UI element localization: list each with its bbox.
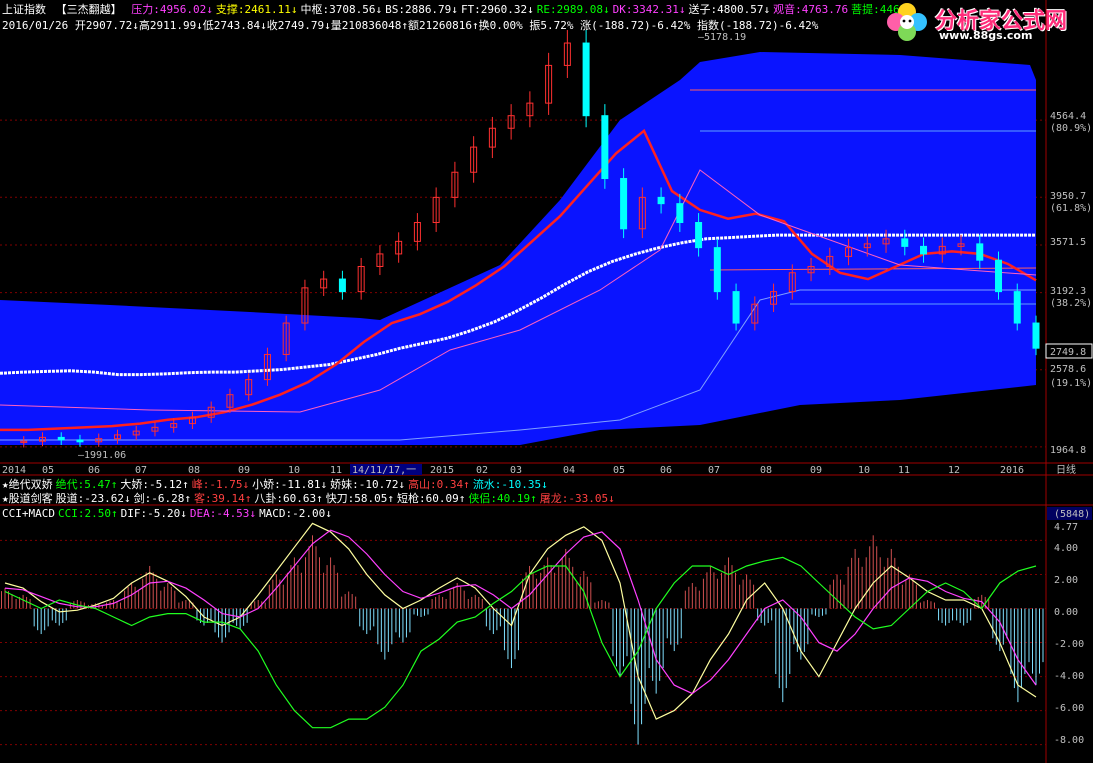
price-tick-label: (19.1%): [1050, 378, 1092, 389]
date-tick-label: 11: [898, 465, 910, 476]
date-tick-label: 2016: [1000, 465, 1024, 476]
date-tick-label: 10: [858, 465, 870, 476]
macd-tick-label: 4.77: [1054, 522, 1078, 533]
date-tick-label: 11: [330, 465, 342, 476]
date-tick-label: 05: [42, 465, 54, 476]
date-tick-label: 06: [88, 465, 100, 476]
candle-body: [76, 439, 84, 443]
price-tick-label: 4564.4: [1050, 111, 1086, 122]
last-price-label: 2749.8: [1050, 347, 1086, 358]
candle-body: [920, 245, 928, 255]
macd-axis: (5848) 4.77 4.00 2.00 0.00 -2.00 -4.00 -6.00 -8.…: [1047, 507, 1092, 746]
date-tick-label: 07: [135, 465, 147, 476]
macd-tick-label: -8.00: [1054, 735, 1084, 746]
candle-body: [338, 278, 346, 293]
price-band: [0, 52, 1037, 445]
candle-body: [601, 115, 609, 180]
candle-body: [695, 222, 703, 249]
price-tick-label: 1964.8: [1050, 445, 1086, 456]
macd-tick-label: -6.00: [1054, 703, 1084, 714]
dea-line: [4, 529, 1037, 695]
date-tick-label: 05: [613, 465, 625, 476]
candle-body: [1032, 322, 1040, 349]
price-tick-label: 3950.7: [1050, 191, 1086, 202]
candle-body: [676, 203, 684, 224]
price-tick-label: (38.2%): [1050, 298, 1092, 309]
low-annotation: —1991.06: [78, 450, 126, 461]
candle-body: [582, 42, 590, 117]
price-axis: 4564.4(80.9%) 3950.7(61.8%) 3571.5 3192.3(3…: [1045, 111, 1093, 456]
date-tick-label: 02: [476, 465, 488, 476]
price-tick-label: 3571.5: [1050, 237, 1086, 248]
macd-tick-label: -2.00: [1054, 639, 1084, 650]
date-tick-label: 07: [708, 465, 720, 476]
date-tick-label: 14/11/17,一: [352, 465, 416, 476]
date-tick-label: 2015: [430, 465, 454, 476]
dif-line: [4, 522, 1037, 720]
high-annotation: —5178.19: [698, 32, 746, 43]
macd-tick-label: 2.00: [1054, 575, 1078, 586]
candle-body: [901, 238, 909, 247]
candle-body: [657, 196, 665, 205]
date-tick-label: 04: [563, 465, 575, 476]
macd-tick-label: 0.00: [1054, 607, 1078, 618]
price-tick-label: 2578.6: [1050, 364, 1086, 375]
price-tick-label: (61.8%): [1050, 203, 1092, 214]
date-tick-label: 2014: [2, 465, 26, 476]
macd-tick-label: (5848): [1054, 509, 1090, 520]
date-tick-label: 12: [948, 465, 960, 476]
candle-body: [1013, 291, 1021, 324]
macd-tick-label: 4.00: [1054, 543, 1078, 554]
date-tick-label: 03: [510, 465, 522, 476]
date-tick-label: 10: [288, 465, 300, 476]
candle-body: [713, 247, 721, 293]
period-label: 日线: [1056, 463, 1076, 476]
candle-body: [620, 178, 628, 230]
macd-grid: [0, 539, 1046, 746]
date-tick-label: 08: [188, 465, 200, 476]
price-tick-label: 3192.3: [1050, 286, 1086, 297]
date-tick-label: 08: [760, 465, 772, 476]
date-tick-label: 09: [238, 465, 250, 476]
candle-body: [732, 291, 740, 324]
macd-tick-label: -4.00: [1054, 671, 1084, 682]
chart-canvas: —5178.19 —1991.06 4564.4(80.9%) 3950.7(61.…: [0, 0, 1093, 763]
date-tick-label: 09: [810, 465, 822, 476]
date-axis: 2014 05 06 07 08 09 10 11 14/11/17,一 2015 02 03 04 05…: [2, 463, 1076, 476]
candle-body: [995, 259, 1003, 293]
candle-body: [57, 436, 65, 441]
price-tick-label: (80.9%): [1050, 123, 1092, 134]
candle-body: [976, 243, 984, 261]
macd-bars: [1, 535, 1044, 745]
macd-lines: [4, 522, 1037, 729]
date-tick-label: 06: [660, 465, 672, 476]
bollinger-band-fill: [0, 52, 1036, 445]
